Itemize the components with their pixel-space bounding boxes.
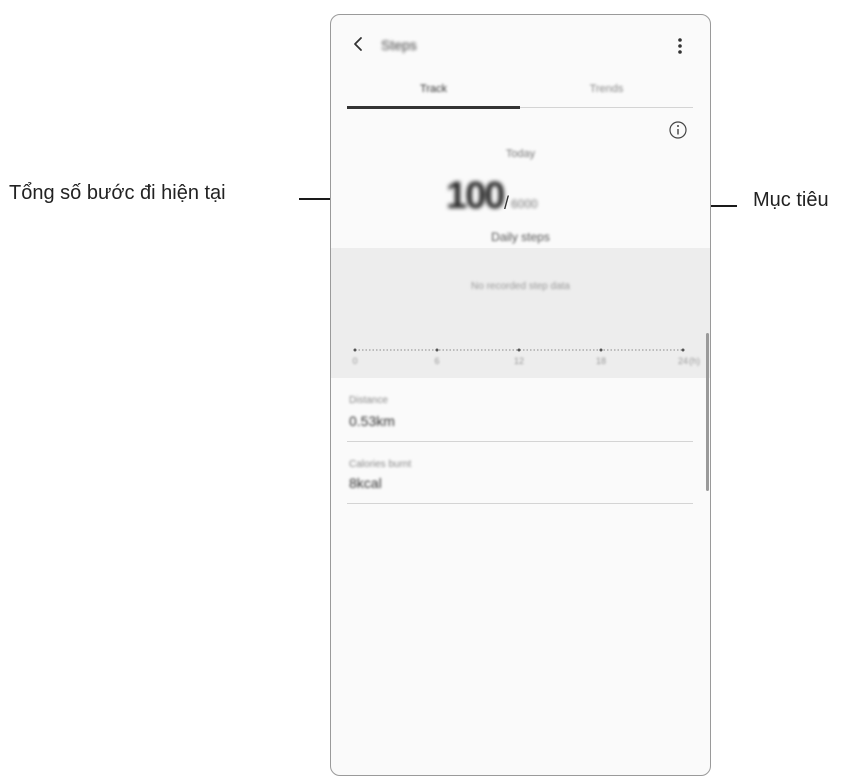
steps-separator: / (504, 193, 510, 213)
page-title: Steps (381, 37, 417, 53)
axis-tick-label: 0 (352, 356, 357, 366)
calories-value: 8kcal (349, 475, 382, 491)
chart-axis: 0 6 12 18 24 (h) (352, 348, 700, 366)
target-callout: Mục tiêu (753, 189, 829, 211)
axis-tick-label: 24 (678, 356, 688, 366)
chevron-left-icon[interactable] (350, 35, 368, 53)
period-label: Today (505, 148, 536, 160)
active-tab-indicator (347, 106, 520, 109)
tab-trends[interactable]: Trends (520, 83, 693, 95)
axis-tick (681, 348, 685, 352)
axis-tick (435, 348, 439, 352)
current-steps-value: 100 (446, 175, 505, 217)
distance-value: 0.53km (349, 413, 395, 429)
current-steps-callout: Tổng số bước đi hiện tại (9, 182, 226, 204)
tab-bar: Track Trends (347, 79, 693, 109)
daily-steps-caption: Daily steps (491, 230, 550, 244)
calories-label: Calories burnt (349, 459, 412, 470)
phone-screen: Steps Track Trends Today 100 / 6000 Dail… (330, 14, 711, 776)
axis-tick (599, 348, 603, 352)
steps-goal-value[interactable]: 6000 (511, 197, 538, 211)
axis-tick-label: 12 (514, 356, 524, 366)
axis-tick-label: 18 (596, 356, 606, 366)
info-icon[interactable] (668, 120, 688, 140)
distance-stat: Distance 0.53km (347, 393, 693, 442)
hourly-chart: No recorded step data 0 6 12 18 24 (h) (331, 248, 710, 378)
axis-tick-label: 6 (434, 356, 439, 366)
scrollbar[interactable] (706, 333, 709, 491)
tab-track[interactable]: Track (347, 83, 520, 95)
axis-unit-label: (h) (689, 356, 700, 366)
calories-stat: Calories burnt 8kcal (347, 455, 693, 504)
distance-label: Distance (349, 395, 388, 406)
more-vertical-icon[interactable] (671, 35, 689, 57)
axis-tick (517, 348, 521, 352)
axis-tick (353, 348, 357, 352)
app-bar: Steps (331, 15, 710, 75)
